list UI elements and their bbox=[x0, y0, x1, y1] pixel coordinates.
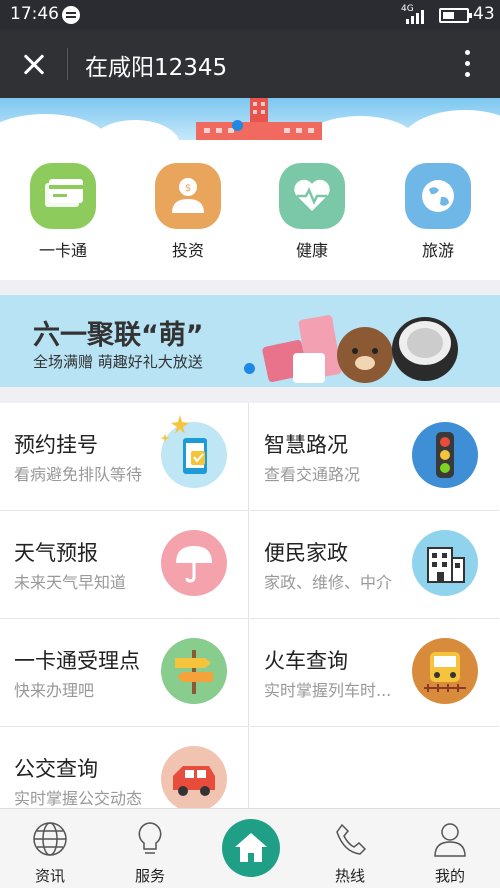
chat-notification-icon bbox=[62, 6, 80, 24]
bottom-nav: 资讯 服务 热线 我的 bbox=[0, 808, 500, 888]
quick-link-card[interactable]: 一卡通 bbox=[13, 163, 113, 261]
signal-icon bbox=[406, 8, 428, 24]
tab-label: 资讯 bbox=[34, 867, 65, 885]
svg-text:$: $ bbox=[185, 183, 191, 194]
title-bar: 在咸阳12345 bbox=[0, 30, 500, 98]
service-subtitle: 快来办理吧 bbox=[14, 681, 95, 700]
page-title: 在咸阳12345 bbox=[85, 55, 228, 81]
tab-news[interactable]: 资讯 bbox=[15, 819, 85, 886]
quick-links: 一卡通 $ 投资 健康 旅游 bbox=[0, 140, 500, 280]
lightbulb-icon bbox=[138, 822, 162, 854]
umbrella-icon bbox=[161, 530, 227, 596]
heart-icon bbox=[279, 163, 345, 229]
building-icon bbox=[412, 530, 478, 596]
service-subtitle: 实时掌握公交动态 bbox=[14, 789, 143, 808]
service-title: 火车查询 bbox=[264, 649, 348, 673]
service-title: 便民家政 bbox=[264, 541, 348, 565]
service-appointment[interactable]: 预约挂号 看病避免排队等待 bbox=[0, 403, 249, 511]
tab-home[interactable] bbox=[222, 819, 280, 877]
investment-icon: $ bbox=[155, 163, 221, 229]
service-subtitle: 实时掌握列车时... bbox=[264, 681, 392, 700]
service-traffic[interactable]: 智慧路况 查看交通路况 bbox=[250, 403, 499, 511]
sparkle-icon bbox=[160, 415, 189, 443]
globe-icon bbox=[33, 822, 67, 856]
service-housekeeping[interactable]: 便民家政 家政、维修、中介 bbox=[250, 511, 499, 619]
service-title: 天气预报 bbox=[14, 541, 98, 565]
quick-link-label: 健康 bbox=[295, 241, 328, 260]
battery-percent: 43 bbox=[473, 4, 495, 24]
promo-title: 六一聚联“萌” bbox=[33, 320, 204, 351]
card-icon bbox=[30, 163, 96, 229]
globe-icon bbox=[405, 163, 471, 229]
promo-subtitle: 全场满赠 萌趣好礼大放送 bbox=[33, 353, 203, 371]
home-icon bbox=[235, 833, 267, 862]
phone-icon bbox=[336, 823, 367, 855]
service-title: 公交查询 bbox=[14, 757, 98, 781]
carousel-indicator[interactable] bbox=[244, 363, 255, 374]
quick-link-label: 一卡通 bbox=[38, 241, 87, 260]
bus-icon bbox=[161, 746, 227, 812]
more-menu-button[interactable] bbox=[454, 48, 480, 80]
title-divider bbox=[67, 48, 68, 80]
service-title: 智慧路况 bbox=[264, 433, 348, 457]
traffic-light-icon bbox=[412, 422, 478, 488]
service-weather[interactable]: 天气预报 未来天气早知道 bbox=[0, 511, 249, 619]
tab-mine[interactable]: 我的 bbox=[415, 819, 485, 886]
service-grid: 预约挂号 看病避免排队等待 智慧路况 查看交通路况 天气预报 未来天气早知道 便… bbox=[0, 403, 500, 835]
tab-label: 我的 bbox=[434, 867, 465, 885]
service-card-office[interactable]: 一卡通受理点 快来办理吧 bbox=[0, 619, 249, 727]
service-subtitle: 家政、维修、中介 bbox=[264, 573, 393, 592]
status-time: 17:46 bbox=[10, 4, 59, 24]
quick-link-health[interactable]: 健康 bbox=[262, 163, 362, 261]
quick-link-label: 投资 bbox=[171, 241, 204, 260]
close-button[interactable] bbox=[14, 44, 54, 84]
promo-banner[interactable]: 六一聚联“萌” 全场满赠 萌趣好礼大放送 bbox=[0, 295, 500, 387]
service-title: 预约挂号 bbox=[14, 433, 98, 457]
service-title: 一卡通受理点 bbox=[14, 649, 140, 673]
service-train[interactable]: 火车查询 实时掌握列车时... bbox=[250, 619, 499, 727]
train-icon bbox=[412, 638, 478, 704]
service-subtitle: 看病避免排队等待 bbox=[14, 465, 143, 484]
quick-link-investment[interactable]: $ 投资 bbox=[138, 163, 238, 261]
battery-icon bbox=[439, 8, 472, 23]
user-icon bbox=[434, 823, 466, 857]
banner-carousel[interactable] bbox=[0, 98, 500, 140]
tower-illustration bbox=[196, 98, 322, 140]
status-bar: 17:46 4G 43 bbox=[0, 0, 500, 30]
service-subtitle: 查看交通路况 bbox=[264, 465, 361, 484]
tab-hotline[interactable]: 热线 bbox=[315, 819, 385, 886]
tab-label: 服务 bbox=[134, 867, 165, 885]
service-subtitle: 未来天气早知道 bbox=[14, 573, 127, 592]
quick-link-label: 旅游 bbox=[421, 241, 454, 260]
carousel-indicator[interactable] bbox=[232, 120, 243, 131]
quick-link-travel[interactable]: 旅游 bbox=[388, 163, 488, 261]
promo-products-illustration bbox=[262, 315, 458, 383]
tab-label: 热线 bbox=[334, 867, 365, 885]
tab-services[interactable]: 服务 bbox=[115, 819, 185, 886]
signpost-icon bbox=[161, 638, 227, 704]
